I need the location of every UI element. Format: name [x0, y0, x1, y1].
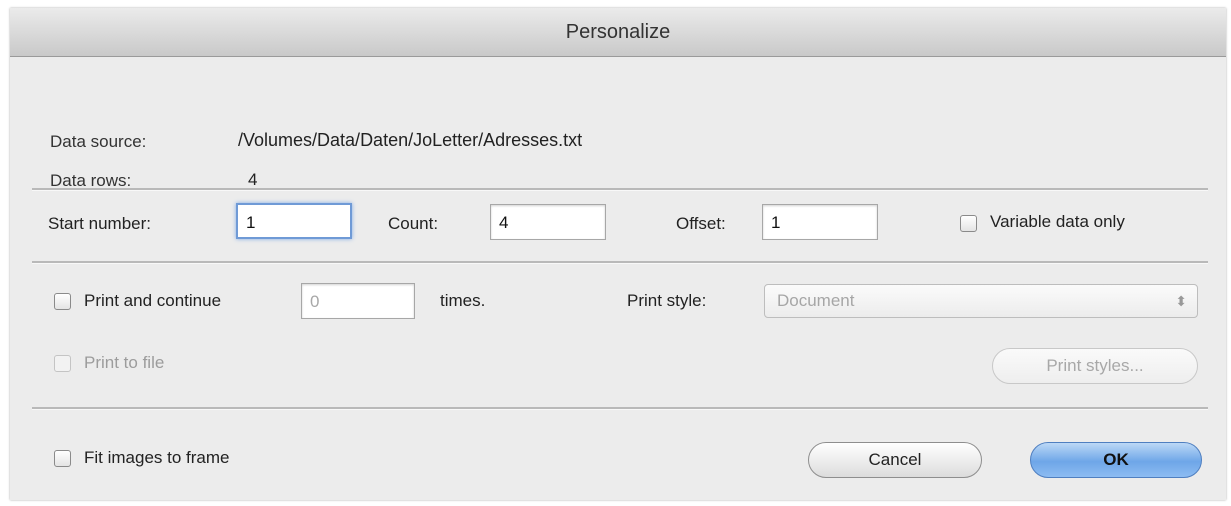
print-style-value: Document — [777, 291, 855, 310]
count-label: Count: — [388, 214, 439, 233]
print-and-continue-label: Print and continue — [84, 291, 222, 310]
offset-label: Offset: — [676, 214, 726, 233]
start-number-label: Start number: — [48, 214, 151, 233]
print-style-label: Print style: — [627, 291, 707, 310]
dialog-title: Personalize — [10, 8, 1226, 57]
print-to-file-label: Print to file — [84, 353, 165, 372]
cancel-button[interactable]: Cancel — [808, 442, 982, 478]
chevron-updown-icon: ⬍ — [1175, 293, 1187, 309]
print-styles-button[interactable]: Print styles... — [992, 348, 1198, 384]
separator-1 — [32, 188, 1208, 191]
data-rows-value: 4 — [248, 170, 258, 189]
separator-2 — [32, 261, 1208, 264]
print-style-select[interactable]: Document ⬍ — [764, 284, 1198, 318]
fit-images-checkbox[interactable] — [54, 450, 71, 467]
variable-data-only-checkbox[interactable] — [960, 215, 977, 232]
print-and-continue-checkbox[interactable] — [54, 293, 71, 310]
print-to-file-checkbox[interactable] — [54, 355, 71, 372]
offset-field[interactable]: 1 — [762, 204, 878, 240]
variable-data-only-label: Variable data only — [990, 212, 1125, 231]
count-field[interactable]: 4 — [490, 204, 606, 240]
personalize-dialog: Personalize Data source: /Volumes/Data/D… — [10, 8, 1226, 500]
start-number-field[interactable]: 1 — [236, 203, 352, 239]
times-label: times. — [440, 291, 486, 310]
separator-3 — [32, 407, 1208, 410]
data-source-label: Data source: — [50, 132, 147, 151]
ok-button[interactable]: OK — [1030, 442, 1202, 478]
data-source-value: /Volumes/Data/Daten/JoLetter/Adresses.tx… — [238, 130, 583, 150]
fit-images-label: Fit images to frame — [84, 448, 230, 467]
times-field[interactable]: 0 — [301, 283, 415, 319]
